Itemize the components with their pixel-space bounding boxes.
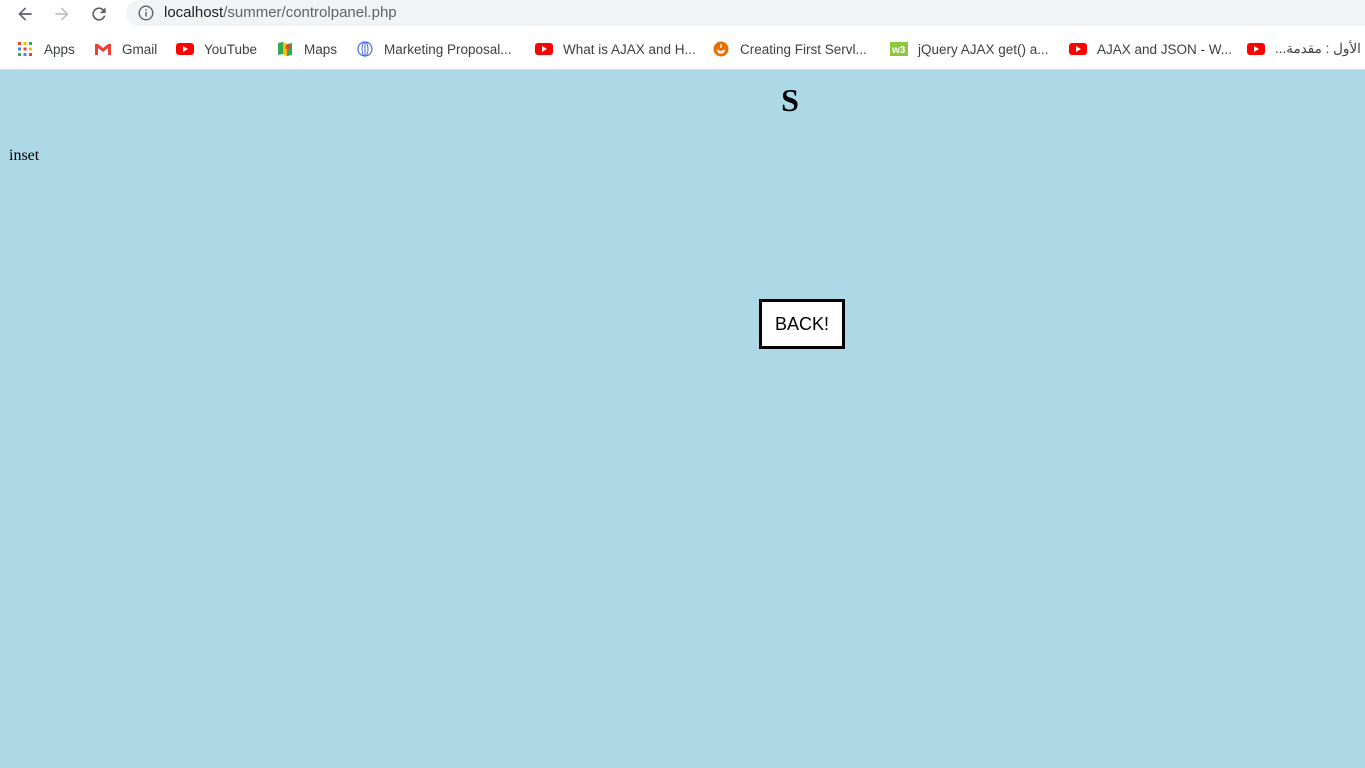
bookmark-label: Apps xyxy=(44,41,75,57)
bookmark-label: Marketing Proposal... xyxy=(384,41,512,57)
inset-label: inset xyxy=(9,147,40,164)
maps-icon xyxy=(276,41,294,57)
url-text[interactable]: localhost/summer/controlpanel.php xyxy=(164,4,397,21)
youtube-icon xyxy=(176,41,194,57)
bookmark-youtube[interactable]: YouTube xyxy=(176,38,257,60)
java-icon xyxy=(712,41,730,57)
url-host: localhost xyxy=(164,4,224,21)
back-arrow-icon[interactable] xyxy=(13,2,37,26)
bookmark-ajax-what[interactable]: What is AJAX and H... xyxy=(535,38,696,60)
page-content: S inset BACK! xyxy=(0,70,1365,768)
apps-grid-icon xyxy=(16,41,34,57)
bookmark-gmail[interactable]: Gmail xyxy=(94,38,157,60)
bookmark-servlet[interactable]: Creating First Servl... xyxy=(712,38,867,60)
youtube-icon xyxy=(1069,41,1087,57)
site-info-icon[interactable] xyxy=(138,5,154,21)
back-button[interactable]: BACK! xyxy=(759,299,845,349)
bookmarks-bar: Apps Gmail YouTube Maps Marketing Propos… xyxy=(0,34,1365,64)
browser-toolbar: localhost/summer/controlpanel.php xyxy=(0,0,1365,28)
youtube-icon xyxy=(1247,41,1265,57)
bookmark-label: Gmail xyxy=(122,41,158,57)
bookmark-marketing[interactable]: Marketing Proposal... xyxy=(356,38,512,60)
bookmark-label: YouTube xyxy=(204,41,258,57)
bookmark-ajax-json[interactable]: AJAX and JSON - W... xyxy=(1069,38,1232,60)
w3schools-icon: w3 xyxy=(890,41,908,57)
address-bar[interactable]: localhost/summer/controlpanel.php xyxy=(126,0,1365,26)
forward-arrow-icon[interactable] xyxy=(50,2,74,26)
reload-icon[interactable] xyxy=(87,2,111,26)
bookmark-label: jQuery AJAX get() a... xyxy=(918,41,1049,57)
bookmark-label: الأول : مقدمة... xyxy=(1275,41,1361,56)
globe-icon xyxy=(356,41,374,57)
url-path: /summer/controlpanel.php xyxy=(223,4,397,21)
bookmark-label: AJAX and JSON - W... xyxy=(1097,41,1233,57)
bookmark-arabic[interactable]: الأول : مقدمة... xyxy=(1247,38,1361,60)
bookmark-label: What is AJAX and H... xyxy=(563,41,696,57)
svg-text:w3: w3 xyxy=(891,45,906,56)
page-title: S xyxy=(781,82,799,118)
bookmark-jquery[interactable]: w3 jQuery AJAX get() a... xyxy=(890,38,1049,60)
bookmark-maps[interactable]: Maps xyxy=(276,38,337,60)
bookmark-label: Maps xyxy=(304,41,338,57)
gmail-icon xyxy=(94,41,112,57)
bookmark-apps[interactable]: Apps xyxy=(16,38,75,60)
youtube-icon xyxy=(535,41,553,57)
bookmark-label: Creating First Servl... xyxy=(740,41,867,57)
